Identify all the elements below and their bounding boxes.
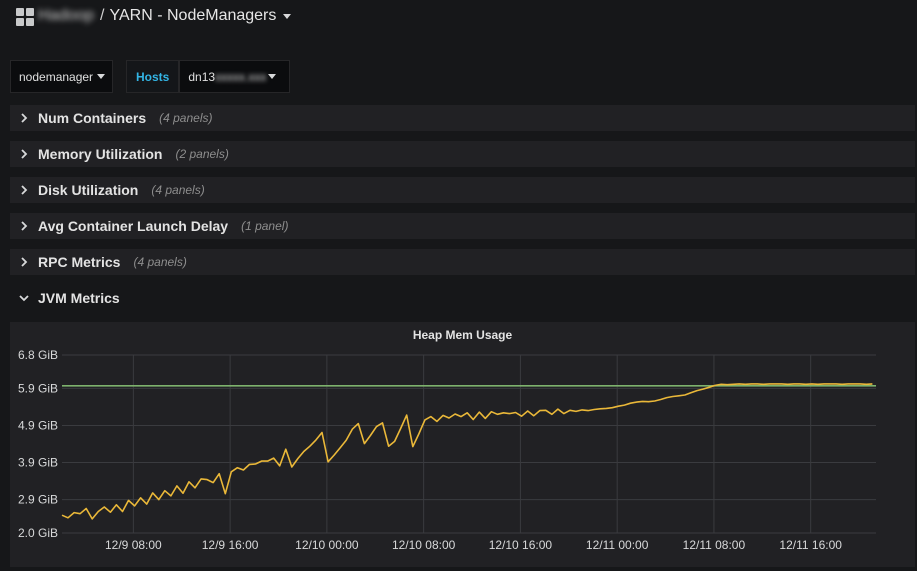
top-navbar: Hadoop / YARN - NodeManagers (0, 0, 917, 36)
y-tick-label: 4.9 GiB (18, 418, 58, 432)
row-title: JVM Metrics (38, 290, 120, 306)
template-variables: nodemanager Hosts dn13 xxxxx.xxx (10, 60, 291, 93)
dashboard-title[interactable]: YARN - NodeManagers (110, 7, 277, 25)
row-title: RPC Metrics (38, 254, 121, 270)
dashboard-breadcrumb[interactable]: Hadoop / YARN - NodeManagers (38, 7, 292, 25)
hosts-variable-value-redacted: xxxxx.xxx (215, 69, 267, 84)
y-tick-label: 5.9 GiB (18, 381, 58, 395)
job-variable-value: nodemanager (19, 69, 94, 84)
y-tick-label: 2.0 GiB (18, 526, 58, 540)
dashboard-grid-icon[interactable] (16, 8, 34, 26)
chevron-right-icon (21, 113, 28, 123)
folder-name[interactable]: Hadoop (38, 7, 94, 25)
chevron-right-icon (21, 185, 28, 195)
row-num-containers[interactable]: Num Containers (4 panels) (10, 105, 915, 131)
job-variable-select[interactable]: nodemanager (10, 60, 113, 93)
chevron-right-icon (21, 149, 28, 159)
hosts-variable-select[interactable]: dn13 xxxxx.xxx (179, 60, 291, 93)
row-disk-utilization[interactable]: Disk Utilization (4 panels) (10, 177, 915, 203)
heap-mem-usage-panel[interactable]: Heap Mem Usage 6.8 GiB 5.9 GiB 4.9 GiB 3.9 … (10, 322, 915, 567)
y-tick-label: 2.9 GiB (18, 493, 58, 507)
series-line-heap-used (61, 383, 873, 520)
heap-mem-usage-graph[interactable]: 6.8 GiB 5.9 GiB 4.9 GiB 3.9 GiB 2.9 GiB 2.0 G… (10, 322, 915, 567)
row-title: Num Containers (38, 110, 147, 126)
breadcrumb-separator: / (100, 7, 105, 24)
chevron-down-icon (97, 74, 106, 79)
chevron-right-icon (21, 221, 28, 231)
x-tick-label: 12/11 08:00 (683, 538, 746, 552)
x-tick-label: 12/10 16:00 (489, 538, 553, 552)
row-rpc-metrics[interactable]: RPC Metrics (4 panels) (10, 249, 915, 275)
row-memory-utilization[interactable]: Memory Utilization (2 panels) (10, 141, 915, 167)
row-avg-container-launch-delay[interactable]: Avg Container Launch Delay (1 panel) (10, 213, 915, 239)
row-panel-count: (1 panel) (241, 219, 289, 233)
chevron-down-icon[interactable] (283, 13, 292, 19)
row-panel-count: (4 panels) (159, 111, 213, 125)
row-jvm-metrics[interactable]: JVM Metrics (10, 285, 915, 311)
x-tick-label: 12/10 08:00 (392, 538, 456, 552)
x-tick-label: 12/9 16:00 (202, 538, 259, 552)
row-panel-count: (2 panels) (175, 147, 229, 161)
row-title: Avg Container Launch Delay (38, 218, 229, 234)
y-tick-label: 3.9 GiB (18, 456, 58, 470)
hosts-variable-label: Hosts (126, 60, 180, 93)
chevron-right-icon (21, 257, 28, 267)
x-tick-label: 12/11 00:00 (586, 538, 649, 552)
row-panel-count: (4 panels) (151, 183, 205, 197)
chevron-down-icon (19, 295, 29, 302)
row-title: Memory Utilization (38, 146, 163, 162)
chevron-down-icon (268, 74, 277, 79)
row-title: Disk Utilization (38, 182, 139, 198)
row-panel-count: (4 panels) (133, 255, 187, 269)
x-tick-label: 12/11 16:00 (779, 538, 842, 552)
hosts-variable-value: dn13 (188, 69, 216, 84)
x-tick-label: 12/9 08:00 (105, 538, 162, 552)
y-tick-label: 6.8 GiB (18, 348, 58, 362)
x-tick-label: 12/10 00:00 (295, 538, 359, 552)
